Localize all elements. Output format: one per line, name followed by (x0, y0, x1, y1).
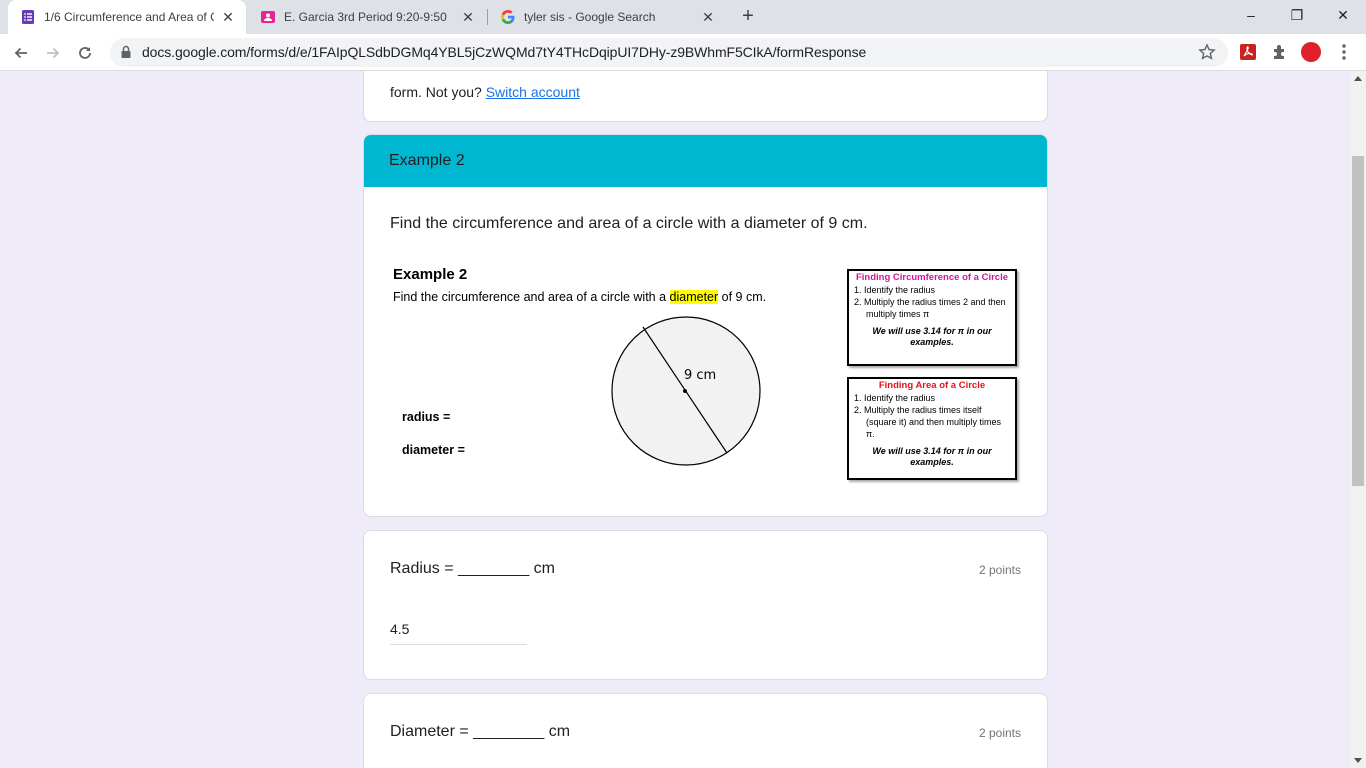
acrobat-extension-icon[interactable] (1238, 42, 1258, 62)
circumference-note: We will use 3.14 for π in our examples. (872, 326, 992, 347)
area-step-2: 2. Multiply the radius times itself (squ… (854, 405, 1002, 439)
forward-button[interactable] (40, 40, 66, 66)
window-close-button[interactable]: ✕ (1320, 0, 1366, 32)
section-header: Example 2 (364, 135, 1047, 187)
example-figure: Example 2 Find the circumference and are… (390, 263, 1022, 487)
tab-contacts[interactable]: E. Garcia 3rd Period 9:20-9:50 ✕ (248, 0, 486, 34)
url-text: docs.google.com/forms/d/e/1FAIpQLSdbDGMq… (142, 44, 867, 60)
diameter-label: 9 cm (684, 368, 716, 383)
close-icon[interactable]: ✕ (460, 9, 476, 25)
browser-toolbar: docs.google.com/forms/d/e/1FAIpQLSdbDGMq… (0, 34, 1366, 71)
section-title: Example 2 (389, 152, 465, 169)
account-card: form. Not you? Switch account (363, 71, 1048, 122)
question-text: Diameter = ________ cm (390, 723, 571, 740)
circumference-box-title: Finding Circumference of a Circle (855, 272, 1009, 283)
tab-strip: 1/6 Circumference and Area of C ✕ E. Gar… (0, 0, 1366, 34)
google-icon (501, 10, 515, 24)
forward-arrow-icon (47, 47, 60, 59)
question-card-diameter: Diameter = ________ cm 2 points (363, 693, 1048, 768)
account-line-text: form. Not you? (390, 84, 482, 100)
close-icon[interactable]: ✕ (700, 9, 716, 25)
profile-avatar-icon[interactable] (1301, 42, 1321, 62)
area-step-1: 1. Identify the radius (854, 393, 936, 403)
close-icon[interactable]: ✕ (220, 9, 236, 25)
figure-text-before: Find the circumference and area of a cir… (393, 290, 667, 304)
page-scrollbar[interactable] (1350, 71, 1366, 768)
circumference-steps-box: Finding Circumference of a Circle 1. Ide… (847, 269, 1017, 366)
highlighted-word: diameter (669, 290, 719, 304)
radius-label: radius = (402, 410, 451, 424)
figure-title: Example 2 (393, 266, 468, 283)
circumference-step-1: 1. Identify the radius (854, 285, 936, 295)
circumference-step-2: 2. Multiply the radius times 2 and then … (854, 297, 1006, 319)
contacts-icon (261, 11, 275, 23)
reload-button[interactable] (72, 40, 98, 66)
area-note: We will use 3.14 for π in our examples. (872, 446, 992, 467)
back-button[interactable] (8, 40, 34, 66)
scroll-down-arrow-icon[interactable] (1354, 758, 1362, 763)
question-text: Radius = ________ cm (390, 560, 555, 577)
lock-icon (121, 45, 131, 58)
area-steps-box: Finding Area of a Circle 1. Identify the… (847, 377, 1017, 480)
tab-title: 1/6 Circumference and Area of C (44, 10, 214, 24)
switch-account-link[interactable]: Switch account (486, 84, 580, 100)
minimize-button[interactable]: – (1228, 0, 1274, 32)
center-point (683, 389, 687, 393)
google-forms-icon (22, 10, 34, 24)
tab-title: E. Garcia 3rd Period 9:20-9:50 (284, 10, 447, 24)
page-viewport: form. Not you? Switch account Example 2 … (0, 71, 1350, 768)
section-prompt: Find the circumference and area of a cir… (390, 215, 868, 232)
points-label: 2 points (978, 563, 1021, 577)
bookmark-star-icon[interactable] (1198, 43, 1216, 61)
diameter-prompt-label: diameter = (402, 443, 465, 457)
scroll-up-arrow-icon[interactable] (1354, 76, 1362, 81)
area-box-title: Finding Area of a Circle (878, 380, 986, 391)
figure-text-after: of 9 cm. (721, 290, 767, 304)
tab-google-search[interactable]: tyler sis - Google Search ✕ (488, 0, 726, 34)
figure-problem-text: Find the circumference and area of a cir… (393, 290, 766, 304)
menu-kebab-icon[interactable] (1334, 42, 1354, 62)
radius-answer-input[interactable]: 4.5 (390, 620, 527, 645)
scrollbar-thumb[interactable] (1352, 156, 1364, 486)
new-tab-button[interactable]: + (736, 5, 760, 29)
tab-forms[interactable]: 1/6 Circumference and Area of C ✕ (8, 0, 246, 34)
tab-title: tyler sis - Google Search (524, 10, 656, 24)
points-label: 2 points (978, 726, 1021, 740)
extensions-puzzle-icon[interactable] (1270, 42, 1290, 62)
address-bar[interactable]: docs.google.com/forms/d/e/1FAIpQLSdbDGMq… (110, 38, 1228, 67)
back-arrow-icon (14, 47, 27, 59)
maximize-button[interactable]: ❐ (1274, 0, 1320, 32)
section-card: Example 2 Find the circumference and are… (363, 134, 1048, 517)
circle-diagram: 9 cm (611, 316, 761, 466)
question-card-radius: Radius = ________ cm 2 points 4.5 (363, 530, 1048, 680)
reload-icon (79, 47, 91, 59)
account-line: form. Not you? Switch account (390, 84, 580, 100)
